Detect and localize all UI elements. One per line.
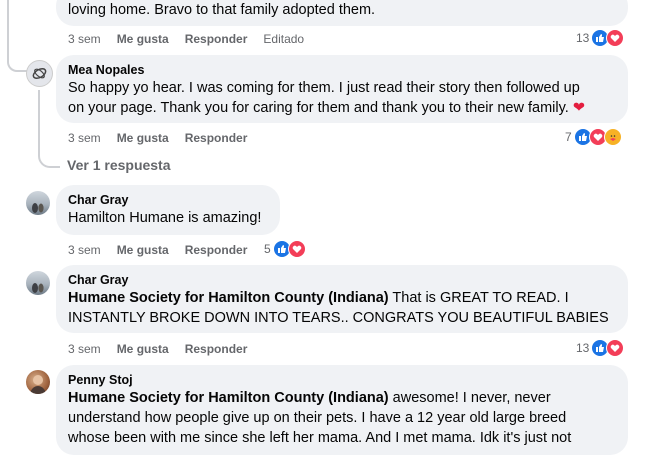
comment-time[interactable]: 3 sem <box>68 342 101 356</box>
comment-actions: 3 sem Me gusta Responder <box>68 242 263 258</box>
like-button[interactable]: Me gusta <box>117 342 169 356</box>
comment-time[interactable]: 3 sem <box>68 131 101 145</box>
like-button[interactable]: Me gusta <box>117 131 169 145</box>
comment-text: Humane Society for Hamilton County (Indi… <box>68 388 616 448</box>
like-button[interactable]: Me gusta <box>117 243 169 257</box>
comment-line: That is GREAT TO READ. I <box>392 290 569 306</box>
heart-icon <box>606 29 625 47</box>
comment-text: Humane Society for Hamilton County (Indi… <box>68 288 616 328</box>
comment-line: on your page. Thank you for caring for t… <box>68 100 569 116</box>
comment-author[interactable]: Penny Stoj <box>68 372 616 388</box>
comment-bubble: Penny Stoj Humane Society for Hamilton C… <box>56 365 628 455</box>
comment-time[interactable]: 3 sem <box>68 32 101 46</box>
reaction-count: 13 <box>576 341 590 355</box>
comment-author[interactable]: Char Gray <box>68 192 268 208</box>
profile-photo-icon <box>30 375 46 394</box>
reaction-count: 5 <box>264 242 271 256</box>
reply-button[interactable]: Responder <box>185 131 248 145</box>
edited-label: Editado <box>263 32 305 46</box>
comment-text: loving home. Bravo to that family adopte… <box>68 2 376 18</box>
comment-bubble: loving home. Bravo to that family adopte… <box>56 0 628 26</box>
reaction-summary[interactable]: 13 <box>576 339 625 357</box>
view-replies-link[interactable]: Ver 1 respuesta <box>67 157 171 173</box>
comment-line: awesome! I never, never <box>392 390 551 406</box>
animals-photo-icon <box>32 203 44 213</box>
comment-time[interactable]: 3 sem <box>68 243 101 257</box>
reaction-summary[interactable]: 13 <box>576 29 625 47</box>
heart-icon <box>606 339 625 357</box>
avatar[interactable] <box>26 370 50 394</box>
comment-author[interactable]: Char Gray <box>68 272 616 288</box>
reply-button[interactable]: Responder <box>185 32 248 46</box>
like-button[interactable]: Me gusta <box>117 32 169 46</box>
comment-bubble: Mea Nopales So happy yo hear. I was comi… <box>56 55 628 123</box>
reaction-count: 7 <box>565 130 572 144</box>
avatar[interactable] <box>26 191 50 215</box>
comment-actions: 3 sem Me gusta Responder <box>68 341 263 357</box>
reaction-count: 13 <box>576 31 590 45</box>
scribble-avatar-icon <box>32 68 47 79</box>
heart-icon <box>287 240 306 258</box>
reply-button[interactable]: Responder <box>185 342 248 356</box>
comment-actions: 3 sem Me gusta Responder Editado <box>68 31 320 47</box>
comment-bubble: Char Gray Hamilton Humane is amazing! <box>56 185 280 235</box>
mention-link[interactable]: Humane Society for Hamilton County (Indi… <box>68 390 389 406</box>
comment-text: So happy yo hear. I was coming for them.… <box>68 78 616 118</box>
thread-connector <box>7 0 9 60</box>
avatar[interactable] <box>26 271 50 295</box>
avatar[interactable] <box>26 60 53 87</box>
comment-line: whose been with me since she left her ma… <box>68 430 572 446</box>
comment-line: So happy yo hear. I was coming for them.… <box>68 80 580 96</box>
comment-line: understand how people give up on their p… <box>68 410 567 426</box>
animals-photo-icon <box>32 283 44 293</box>
mention-link[interactable]: Humane Society for Hamilton County (Indi… <box>68 290 389 306</box>
comment-line: INSTANTLY BROKE DOWN INTO TEARS.. CONGRA… <box>68 310 609 326</box>
comment-author[interactable]: Mea Nopales <box>68 62 616 78</box>
reaction-summary[interactable]: 5 <box>264 240 306 258</box>
reaction-summary[interactable]: 7 <box>565 128 622 146</box>
comment-actions: 3 sem Me gusta Responder <box>68 130 263 146</box>
comment-text: Hamilton Humane is amazing! <box>68 210 262 226</box>
reply-button[interactable]: Responder <box>185 243 248 257</box>
red-heart-emoji-icon: ❤ <box>572 100 585 116</box>
thread-connector <box>7 58 27 72</box>
comment-bubble: Char Gray Humane Society for Hamilton Co… <box>56 265 628 333</box>
care-face-icon <box>603 128 622 146</box>
